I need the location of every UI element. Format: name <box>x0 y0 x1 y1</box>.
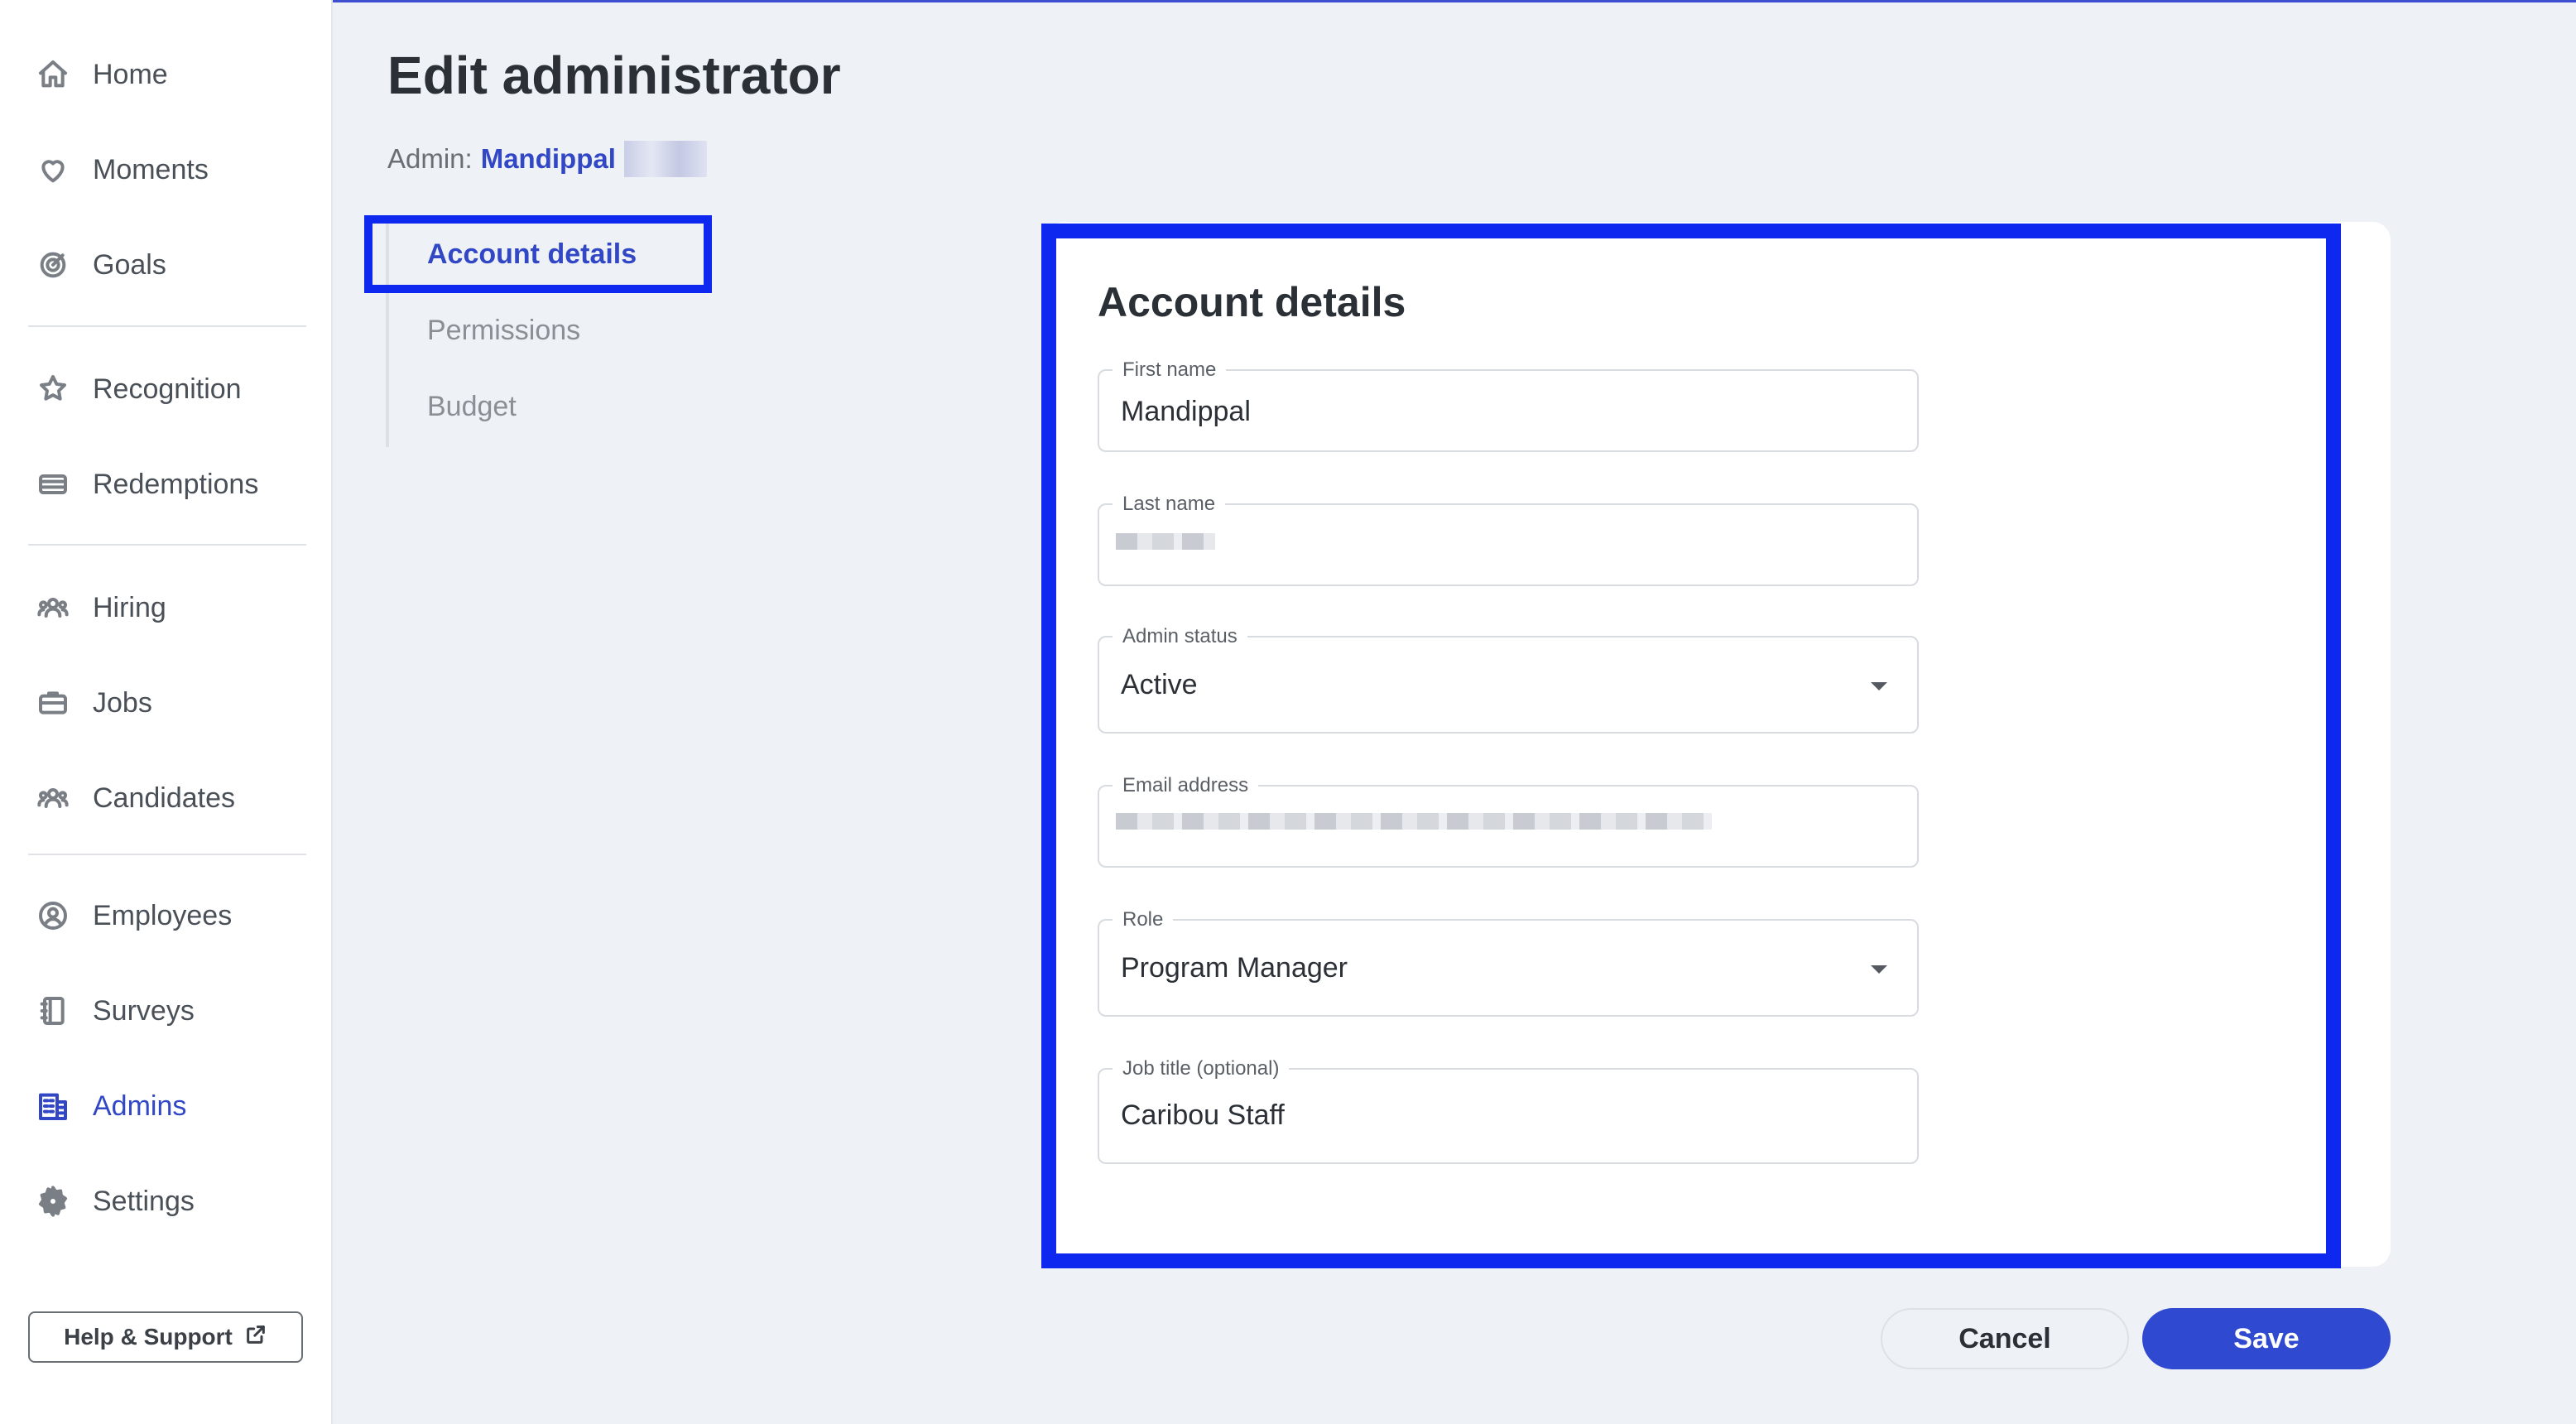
sidebar-divider <box>28 854 306 855</box>
annotation-highlight-tab <box>364 215 712 293</box>
sidebar-item-hiring[interactable]: Hiring <box>36 583 301 633</box>
save-button[interactable]: Save <box>2142 1308 2391 1369</box>
sidebar-item-label: Jobs <box>93 686 152 719</box>
sidebar-item-label: Employees <box>93 899 233 931</box>
briefcase-icon <box>36 686 70 719</box>
heart-icon <box>36 153 70 186</box>
annotation-highlight-card <box>1041 224 2341 1268</box>
sidebar-item-label: Recognition <box>93 373 242 405</box>
card-icon <box>36 468 70 501</box>
sidebar-item-moments[interactable]: Moments <box>36 145 301 195</box>
user-circle-icon <box>36 899 70 932</box>
sidebar-item-employees[interactable]: Employees <box>36 891 301 941</box>
notebook-icon <box>36 994 70 1027</box>
sidebar-item-label: Home <box>93 58 168 90</box>
sidebar-item-label: Hiring <box>93 591 166 623</box>
admin-subtitle: Admin: Mandippal <box>387 141 707 177</box>
sidebar-item-label: Goals <box>93 248 166 281</box>
help-support-label: Help & Support <box>64 1324 233 1349</box>
sidebar-item-recognition[interactable]: Recognition <box>36 364 301 414</box>
page-title: Edit administrator <box>387 46 841 105</box>
people-icon <box>36 782 70 815</box>
people-icon <box>36 591 70 624</box>
sidebar-divider <box>28 544 306 546</box>
section-tab-permissions[interactable]: Permissions <box>427 315 580 347</box>
building-icon <box>36 1090 70 1123</box>
home-icon <box>36 58 70 91</box>
sidebar-divider <box>28 325 306 327</box>
sidebar-item-label: Moments <box>93 153 209 185</box>
sidebar-item-label: Admins <box>93 1090 187 1122</box>
sidebar-item-goals[interactable]: Goals <box>36 240 301 290</box>
sidebar-item-surveys[interactable]: Surveys <box>36 986 301 1036</box>
star-badge-icon <box>36 373 70 406</box>
gear-icon <box>36 1185 70 1218</box>
sidebar-item-admins[interactable]: Admins <box>36 1081 301 1131</box>
sidebar-item-home[interactable]: Home <box>36 50 301 99</box>
target-icon <box>36 248 70 281</box>
sidebar-item-candidates[interactable]: Candidates <box>36 773 301 823</box>
sidebar-item-jobs[interactable]: Jobs <box>36 678 301 728</box>
admin-name: Mandippal <box>480 143 616 174</box>
sidebar-item-label: Surveys <box>93 994 195 1027</box>
sidebar-item-label: Redemptions <box>93 468 259 500</box>
admin-prefix: Admin: <box>387 143 473 174</box>
help-support-button[interactable]: Help & Support <box>28 1311 303 1363</box>
top-accent-line <box>0 0 2576 2</box>
sidebar-item-label: Candidates <box>93 782 236 814</box>
redacted-surname <box>623 141 707 177</box>
cancel-button[interactable]: Cancel <box>1881 1308 2129 1369</box>
sidebar-item-label: Settings <box>93 1185 195 1217</box>
section-tab-budget[interactable]: Budget <box>427 391 517 423</box>
sidebar: Home Moments Goals Recognition Redemptio… <box>0 0 333 1424</box>
sidebar-item-redemptions[interactable]: Redemptions <box>36 459 301 509</box>
external-link-icon <box>244 1323 267 1352</box>
sidebar-item-settings[interactable]: Settings <box>36 1176 301 1226</box>
